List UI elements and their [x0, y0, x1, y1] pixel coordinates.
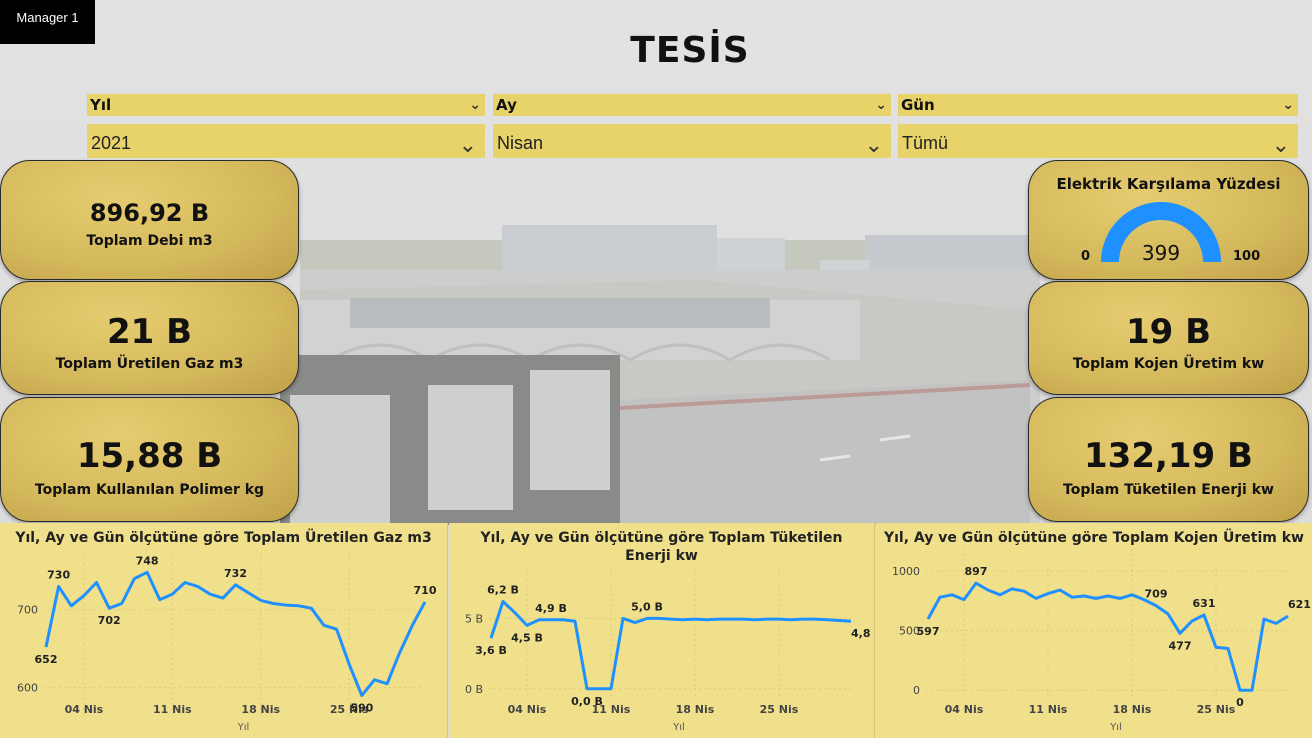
x-tick-label: 18 Nis — [676, 703, 715, 716]
card-value: 132,19 B — [1084, 436, 1253, 476]
chevron-down-icon[interactable]: ⌄ — [865, 126, 883, 164]
data-label: 732 — [224, 567, 247, 580]
card-value: 19 B — [1125, 312, 1212, 352]
x-tick-label: 04 Nis — [945, 703, 984, 716]
data-label: 3,6 B — [475, 644, 507, 657]
x-tick-label: 25 Nis — [760, 703, 799, 716]
x-axis-label: Yıl — [1109, 722, 1122, 733]
chart-panel-kojen: Yıl, Ay ve Gün ölçütüne göre Toplam Koje… — [876, 523, 1312, 738]
data-label: 709 — [1145, 588, 1168, 601]
line-chart-energy: 0 B5 B04 Nis 11 Nis 18 Nis 25 NisYıl3,6 B6,… — [465, 569, 875, 733]
data-label: 702 — [98, 614, 121, 627]
chevron-down-icon[interactable]: ⌄ — [1272, 126, 1290, 164]
card-label: Toplam Debi m3 — [86, 233, 213, 249]
slicer-month-dropdown[interactable]: Nisan ⌄ — [493, 124, 891, 158]
chevron-down-icon[interactable]: ⌄ — [875, 94, 887, 116]
x-tick-label: 11 Nis — [153, 703, 192, 716]
slicer-month-header[interactable]: Ay ⌄ — [493, 94, 891, 116]
data-label: 4,5 B — [511, 631, 543, 644]
data-label: 6,2 B — [487, 584, 519, 597]
y-tick-label: 600 — [17, 682, 38, 695]
slicer-year-value: 2021 — [91, 133, 132, 153]
series-line — [926, 581, 1289, 692]
card-label: Toplam Üretilen Gaz m3 — [55, 356, 244, 372]
slicer-year-label: Yıl — [90, 96, 112, 114]
data-label: 730 — [47, 568, 70, 581]
y-tick-label: 1000 — [892, 565, 920, 578]
gauge-chart — [1101, 202, 1221, 262]
data-label: 477 — [1169, 639, 1192, 652]
card-label: Toplam Kullanılan Polimer kg — [34, 482, 265, 498]
data-label: 590 — [350, 701, 373, 714]
x-tick-label: 18 Nis — [1113, 703, 1152, 716]
card-total-kojen: 19 B Toplam Kojen Üretim kw — [1028, 281, 1309, 395]
data-label: 0 — [1236, 696, 1244, 709]
data-label: 652 — [35, 653, 58, 666]
data-label: 621 — [1288, 598, 1311, 611]
slicer-month-label: Ay — [496, 96, 517, 114]
card-total-gas: 21 B Toplam Üretilen Gaz m3 — [0, 281, 299, 395]
page-title: TESİS — [630, 30, 750, 71]
chevron-down-icon[interactable]: ⌄ — [459, 126, 477, 164]
data-label: 710 — [414, 584, 437, 597]
data-label: 4,9 B — [535, 602, 567, 615]
gauge-max: 100 — [1233, 249, 1261, 264]
y-tick-label: 700 — [17, 604, 38, 617]
x-tick-label: 18 Nis — [241, 703, 280, 716]
x-axis-label: Yıl — [237, 722, 250, 733]
card-total-polymer: 15,88 B Toplam Kullanılan Polimer kg — [0, 397, 299, 522]
x-tick-label: 04 Nis — [65, 703, 104, 716]
y-tick-label: 0 — [913, 684, 920, 697]
data-label: 4,8 B — [851, 627, 875, 640]
chevron-down-icon[interactable]: ⌄ — [469, 94, 481, 116]
data-label: 748 — [136, 554, 159, 567]
data-label: 631 — [1193, 597, 1216, 610]
gauge-min: 0 — [1081, 249, 1091, 264]
slicer-day-value: Tümü — [902, 133, 949, 153]
series-line — [44, 570, 427, 697]
card-total-debi: 896,92 B Toplam Debi m3 — [0, 160, 299, 280]
slicer-day-dropdown[interactable]: Tümü ⌄ — [898, 124, 1298, 158]
slicer-month-value: Nisan — [497, 133, 544, 153]
card-gauge-electricity: Elektrik Karşılama Yüzdesi 399 0 100 — [1028, 160, 1309, 280]
x-tick-label: 04 Nis — [508, 703, 547, 716]
slicer-day-header[interactable]: Gün ⌄ — [898, 94, 1298, 116]
data-label: 897 — [965, 565, 988, 578]
data-label: 0,0 B — [571, 695, 603, 708]
card-label: Toplam Tüketilen Enerji kw — [1063, 482, 1274, 498]
card-value: 896,92 B — [89, 199, 210, 227]
chart-panel-energy: Yıl, Ay ve Gün ölçütüne göre Toplam Tüke… — [449, 523, 875, 738]
line-chart-gas: 60070004 Nis 11 Nis 18 Nis 25 NisYıl6527307… — [17, 553, 437, 733]
slicer-year-dropdown[interactable]: 2021 ⌄ — [87, 124, 485, 158]
data-label: 597 — [917, 625, 940, 638]
data-label: 5,0 B — [631, 600, 663, 613]
y-tick-label: 5 B — [465, 612, 483, 625]
card-total-energy: 132,19 B Toplam Tüketilen Enerji kw — [1028, 397, 1309, 522]
line-chart-kojen: 0500100004 Nis 11 Nis 18 Nis 25 NisYıl59789… — [892, 549, 1311, 733]
x-axis-label: Yıl — [672, 722, 685, 733]
slicer-day-label: Gün — [901, 96, 935, 114]
card-label: Toplam Kojen Üretim kw — [1072, 356, 1265, 372]
x-tick-label: 11 Nis — [1029, 703, 1068, 716]
chart-panel-gas: Yıl, Ay ve Gün ölçütüne göre Toplam Üret… — [0, 523, 448, 738]
card-value: 15,88 B — [76, 436, 223, 476]
x-tick-label: 25 Nis — [1197, 703, 1236, 716]
card-value: 21 B — [106, 312, 193, 352]
slicer-year-header[interactable]: Yıl ⌄ — [87, 94, 485, 116]
y-tick-label: 0 B — [465, 683, 483, 696]
chevron-down-icon[interactable]: ⌄ — [1282, 94, 1294, 116]
